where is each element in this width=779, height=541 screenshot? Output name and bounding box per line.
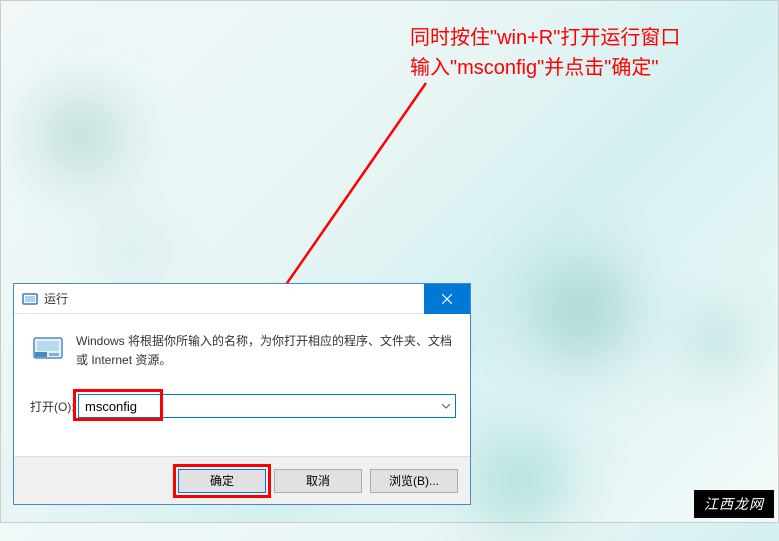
close-button[interactable]	[424, 284, 470, 314]
run-dialog: 运行 Windows 将根据你所输入的名称，为你打开相应的程序、文件夹、文档或 …	[13, 283, 471, 505]
cancel-button-label: 取消	[306, 472, 330, 489]
dropdown-button[interactable]	[437, 395, 455, 417]
dialog-footer: 确定 取消 浏览(B)...	[14, 456, 470, 504]
browse-button[interactable]: 浏览(B)...	[370, 469, 458, 493]
run-dialog-icon	[22, 291, 38, 307]
titlebar[interactable]: 运行	[14, 284, 470, 314]
open-input[interactable]	[78, 394, 456, 418]
ok-button[interactable]: 确定	[178, 469, 266, 493]
annotation-line2: 输入"msconfig"并点击"确定"	[410, 53, 680, 83]
run-icon	[32, 332, 64, 364]
background-blob	[16, 71, 146, 201]
annotation-line1: 同时按住"win+R"打开运行窗口	[410, 23, 680, 53]
background-blob	[668, 291, 768, 391]
close-icon	[442, 294, 452, 304]
chevron-down-icon	[442, 404, 450, 409]
watermark: 江西龙网	[694, 490, 774, 518]
cancel-button[interactable]: 取消	[274, 469, 362, 493]
open-label: 打开(O):	[26, 398, 78, 415]
titlebar-title: 运行	[44, 290, 424, 307]
browse-button-label: 浏览(B)...	[389, 472, 439, 489]
annotation-text: 同时按住"win+R"打开运行窗口 输入"msconfig"并点击"确定"	[410, 23, 680, 83]
background-blob	[91, 211, 171, 291]
dialog-description: Windows 将根据你所输入的名称，为你打开相应的程序、文件夹、文档或 Int…	[76, 332, 458, 370]
background-blob	[501, 231, 661, 391]
dialog-body: Windows 将根据你所输入的名称，为你打开相应的程序、文件夹、文档或 Int…	[14, 314, 470, 456]
ok-button-label: 确定	[210, 472, 234, 489]
